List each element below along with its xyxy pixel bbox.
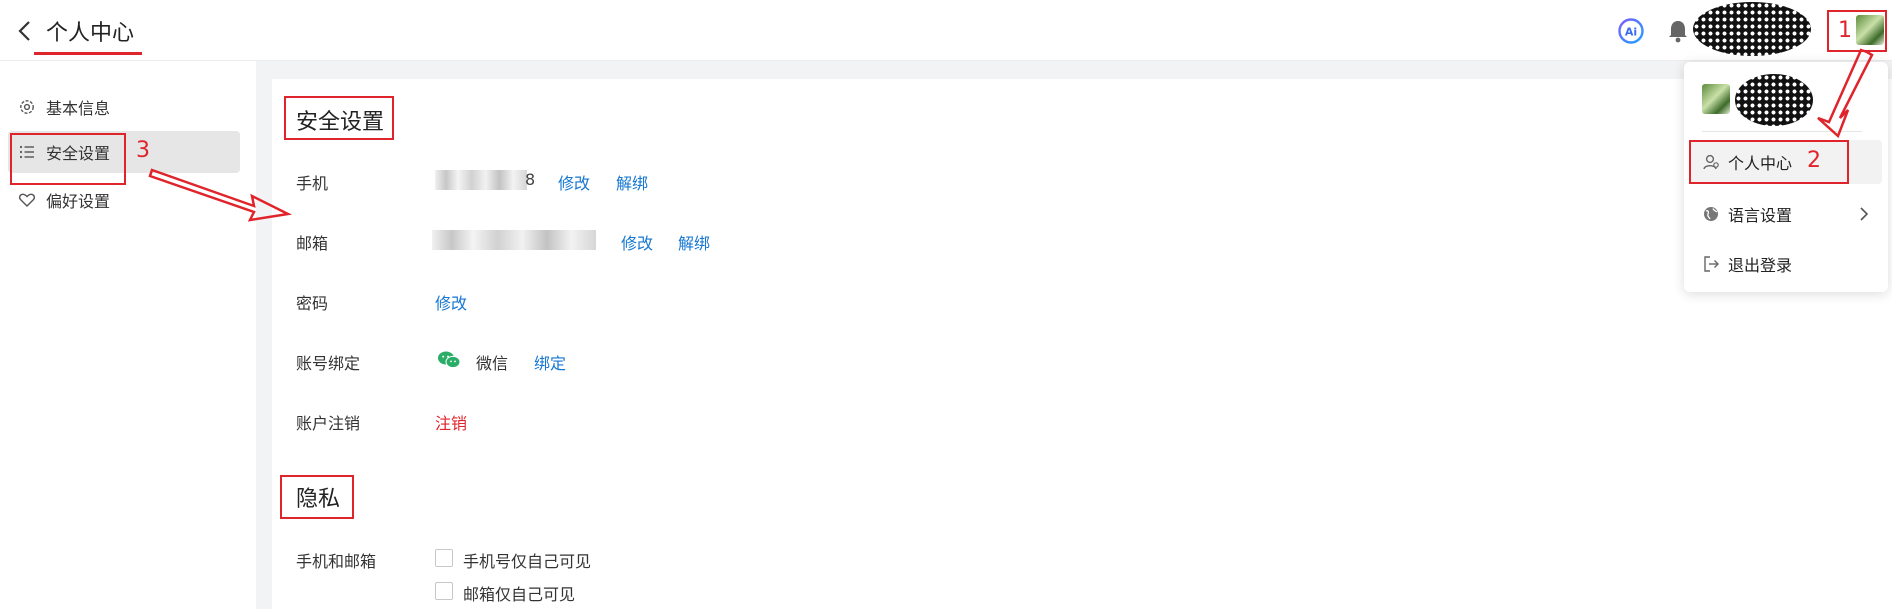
username-redacted[interactable]: [1693, 2, 1811, 56]
logout-icon: [1704, 256, 1719, 272]
phone-unbind-link[interactable]: 解绑: [616, 170, 648, 194]
menu-item-label: 语言设置: [1728, 206, 1793, 225]
email-edit-link[interactable]: 修改: [621, 230, 653, 254]
annotation-box-privacy-title: [280, 475, 354, 519]
title-underline-annotation: [34, 52, 142, 55]
annotation-box-security-menu: [10, 133, 126, 185]
phone-value-tail: 8: [525, 170, 536, 189]
ai-assistant-icon[interactable]: Ai: [1617, 17, 1645, 45]
svg-text:Ai: Ai: [1625, 26, 1637, 39]
settings-card: [272, 79, 1892, 609]
annotation-number-2: 2: [1807, 148, 1821, 173]
sidebar-item-basic-info[interactable]: 基本信息: [8, 86, 240, 128]
page-title: 个人中心: [46, 21, 135, 46]
annotation-box-security-title: [284, 96, 394, 140]
menu-item-logout[interactable]: 退出登录: [1690, 242, 1882, 286]
gear-icon: [20, 100, 34, 114]
top-bar: 个人中心 Ai: [0, 0, 1892, 61]
phone-label: 手机: [296, 174, 329, 193]
email-private-checkbox[interactable]: [435, 582, 453, 600]
dropdown-divider: [1702, 131, 1862, 132]
heart-icon: [18, 193, 36, 207]
annotation-number-3: 3: [136, 138, 150, 163]
phone-email-privacy-label: 手机和邮箱: [296, 552, 377, 571]
menu-item-language[interactable]: 语言设置: [1690, 192, 1882, 236]
email-value-masked: [432, 230, 596, 250]
wechat-label: 微信: [476, 354, 509, 373]
wechat-icon: [438, 351, 461, 369]
sidebar-item-preferences[interactable]: 偏好设置: [8, 179, 240, 221]
dropdown-avatar: [1702, 84, 1730, 114]
password-label: 密码: [296, 294, 329, 313]
account-binding-label: 账号绑定: [296, 354, 361, 373]
phone-private-label[interactable]: 手机号仅自己可见: [463, 548, 591, 572]
annotation-box-personal-center: [1689, 140, 1849, 184]
menu-item-label: 退出登录: [1728, 256, 1793, 275]
wechat-bind-link[interactable]: 绑定: [534, 350, 566, 374]
account-cancel-link[interactable]: 注销: [435, 410, 467, 434]
phone-private-checkbox[interactable]: [435, 549, 453, 567]
globe-icon: [1704, 207, 1718, 221]
back-arrow-icon[interactable]: [14, 18, 36, 44]
phone-edit-link[interactable]: 修改: [558, 170, 590, 194]
phone-value-masked: [435, 170, 527, 190]
dropdown-username-redacted: [1735, 74, 1813, 126]
email-private-label[interactable]: 邮箱仅自己可见: [463, 581, 575, 605]
chevron-right-icon: [1860, 207, 1869, 221]
email-unbind-link[interactable]: 解绑: [678, 230, 710, 254]
password-edit-link[interactable]: 修改: [435, 290, 467, 314]
sidebar-item-label: 基本信息: [46, 99, 111, 118]
annotation-box-avatar: [1827, 10, 1887, 52]
account-cancel-label: 账户注销: [296, 414, 361, 433]
sidebar-item-label: 偏好设置: [46, 192, 111, 211]
bell-icon[interactable]: [1667, 19, 1689, 43]
email-label: 邮箱: [296, 234, 329, 253]
annotation-number-1: 1: [1838, 18, 1852, 43]
